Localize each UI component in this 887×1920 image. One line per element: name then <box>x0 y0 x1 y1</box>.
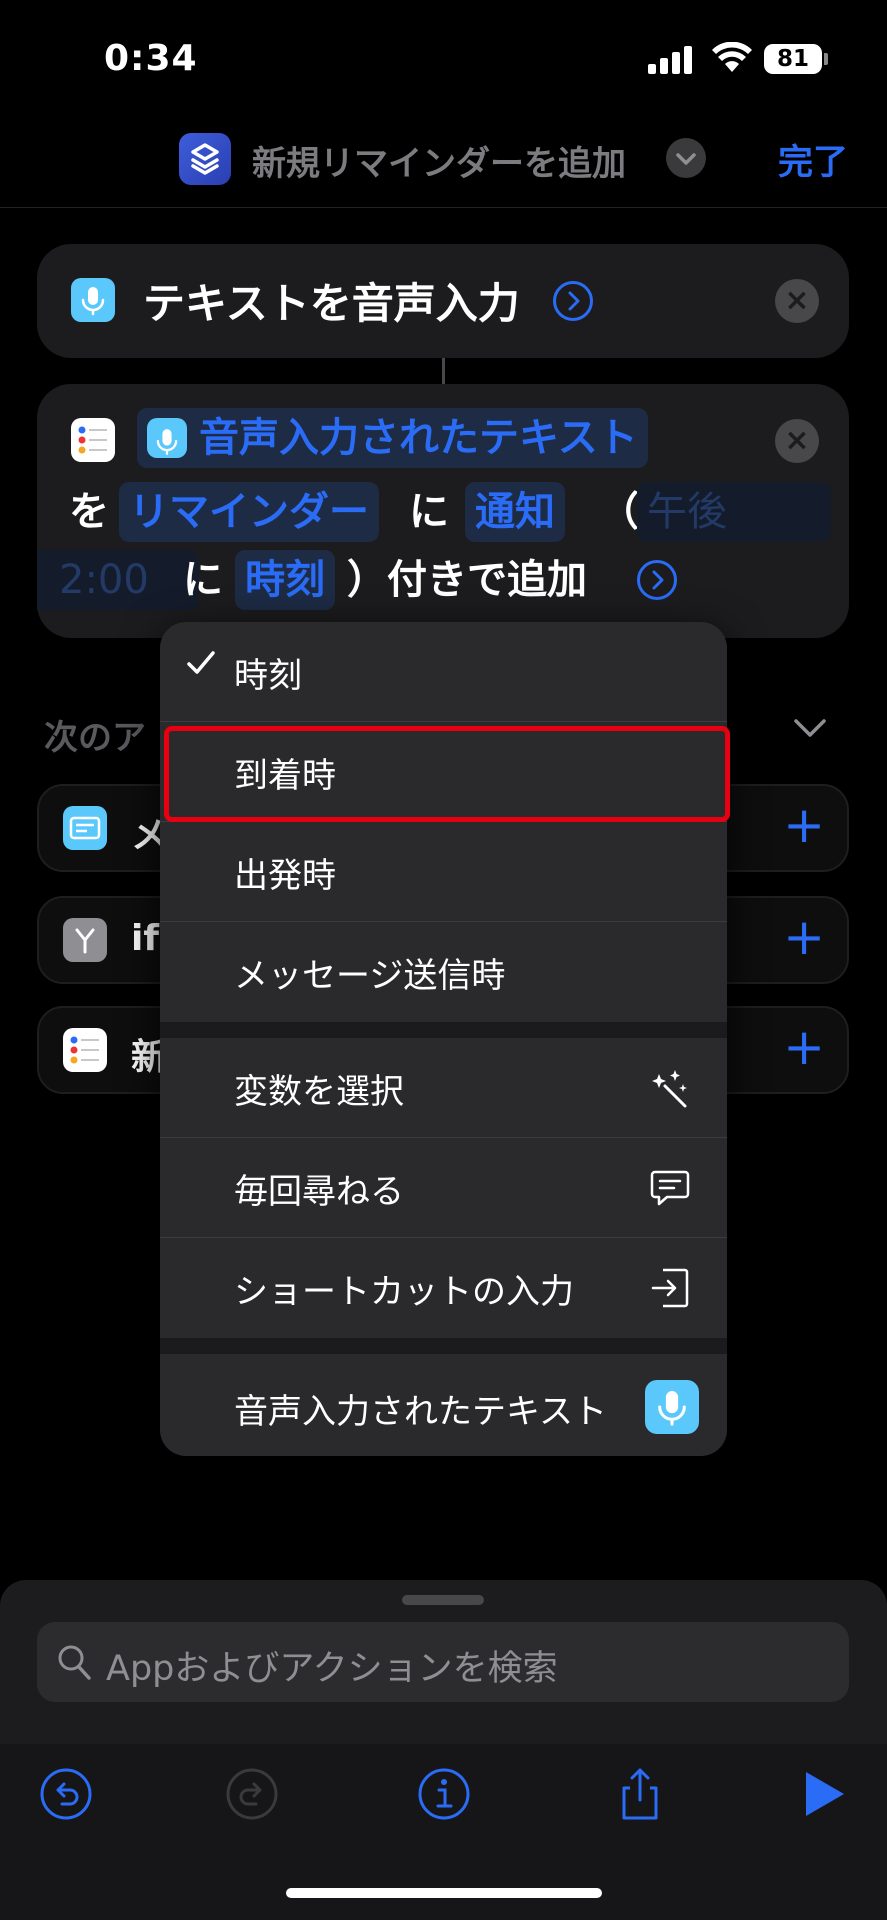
undo-icon[interactable] <box>38 1766 94 1822</box>
sheet-grabber[interactable] <box>402 1595 484 1605</box>
status-time: 0:34 <box>104 38 198 79</box>
time-token-part1[interactable]: 午後 <box>637 482 831 542</box>
done-button[interactable]: 完了 <box>778 134 848 185</box>
add-plus-icon[interactable]: + <box>783 908 825 966</box>
menu-item-label: メッセージ送信時 <box>234 956 506 996</box>
next-action-suggestions-label: 次のア <box>44 718 146 758</box>
speech-bubble-icon <box>650 1170 690 1206</box>
collapse-chevron-down-icon[interactable] <box>790 712 830 752</box>
microphone-icon <box>71 278 115 322</box>
reminders-list-token[interactable]: リマインダー <box>119 482 379 542</box>
input-arrow-icon <box>651 1268 689 1308</box>
expand-chevron-icon[interactable] <box>553 281 593 321</box>
battery-tip <box>824 53 828 65</box>
menu-item-ask-each-time[interactable]: 毎回尋ねる <box>160 1138 727 1238</box>
cellular-signal-icon <box>648 46 692 74</box>
menu-item-shortcut-input[interactable]: ショートカットの入力 <box>160 1238 727 1338</box>
microphone-icon <box>645 1380 699 1434</box>
expand-chevron-icon[interactable] <box>637 560 677 600</box>
add-with-text: ）付きで追加 <box>347 557 587 603</box>
magic-wand-icon <box>652 1070 687 1108</box>
battery-icon: 81 <box>764 44 822 74</box>
add-plus-icon[interactable]: + <box>783 796 825 854</box>
redo-icon[interactable] <box>224 1766 280 1822</box>
search-placeholder: Appおよびアクションを検索 <box>106 1649 558 1689</box>
time-kind-token[interactable]: 時刻 <box>235 550 335 610</box>
suggestion-label: if <box>131 918 160 959</box>
dictated-text-variable-token[interactable]: 音声入力されたテキスト <box>137 408 648 468</box>
shortcut-title[interactable]: 新規リマインダーを追加 <box>252 136 626 185</box>
add-plus-icon[interactable]: + <box>783 1018 825 1076</box>
shortcuts-app-icon[interactable] <box>179 133 231 185</box>
share-icon[interactable] <box>612 1766 668 1822</box>
reminders-app-icon <box>71 418 115 462</box>
home-indicator <box>286 1888 602 1898</box>
menu-item-label: 出発時 <box>234 856 336 896</box>
highlight-box <box>164 726 730 822</box>
menu-item-message-sent[interactable]: メッセージ送信時 <box>160 922 727 1022</box>
menu-item-label: 時刻 <box>234 656 302 696</box>
if-branch-icon <box>63 918 107 962</box>
word-ni-2: に <box>183 557 223 603</box>
menu-item-time[interactable]: 時刻 <box>160 622 727 722</box>
dictate-text-action-card[interactable]: テキストを音声入力 × <box>37 244 849 358</box>
notify-token[interactable]: 通知 <box>465 482 565 542</box>
nav-divider <box>0 207 887 208</box>
message-app-icon <box>63 806 107 850</box>
menu-item-select-variable[interactable]: 変数を選択 <box>160 1038 727 1138</box>
word-wo: を <box>69 489 109 535</box>
microphone-icon <box>147 418 187 458</box>
action-connector-line <box>442 358 445 384</box>
menu-item-label: 音声入力されたテキスト <box>234 1392 607 1432</box>
menu-section-gap <box>160 1338 727 1354</box>
dictated-text-token-label: 音声入力されたテキスト <box>199 415 638 461</box>
title-chevron-down-icon[interactable] <box>666 138 706 178</box>
menu-item-label: ショートカットの入力 <box>234 1272 574 1312</box>
menu-section-gap <box>160 1022 727 1038</box>
add-reminder-action-card[interactable]: 音声入力されたテキスト × を リマインダー に 通知 （ 午後 2:00 に … <box>37 384 849 638</box>
remove-action-close-icon[interactable]: × <box>775 279 819 323</box>
checkmark-icon <box>184 646 218 689</box>
menu-item-label: 変数を選択 <box>234 1072 404 1112</box>
run-play-icon[interactable] <box>796 1766 852 1822</box>
remove-action-close-icon[interactable]: × <box>775 419 819 463</box>
time-token-part2[interactable]: 2:00 <box>37 550 199 610</box>
search-icon <box>58 1645 91 1680</box>
wifi-icon <box>712 42 752 72</box>
paren-open: （ <box>599 489 639 535</box>
reminders-app-icon <box>63 1028 107 1072</box>
action-title: テキストを音声入力 <box>143 279 520 328</box>
menu-item-dictated-text-variable[interactable]: 音声入力されたテキスト <box>160 1354 727 1456</box>
menu-item-departure[interactable]: 出発時 <box>160 822 727 922</box>
word-ni: に <box>409 489 449 535</box>
info-icon[interactable] <box>416 1766 472 1822</box>
menu-item-label: 毎回尋ねる <box>234 1172 404 1212</box>
